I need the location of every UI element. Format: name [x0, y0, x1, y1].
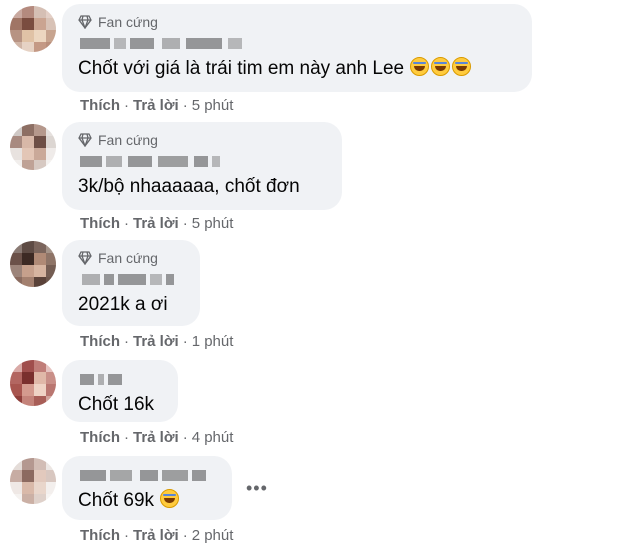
reply-button[interactable]: Trả lời — [133, 429, 179, 446]
author-name-blurred[interactable] — [78, 369, 164, 389]
like-button[interactable]: Thích — [80, 527, 120, 544]
laughing-emoji-icon — [160, 489, 180, 508]
avatar[interactable] — [10, 124, 56, 170]
avatar[interactable] — [10, 360, 56, 406]
author-name-blurred[interactable] — [78, 151, 328, 171]
reply-button[interactable]: Trả lời — [133, 527, 179, 544]
comment-actions: Thích · Trả lời · 1 phút — [80, 333, 234, 350]
reply-button[interactable]: Trả lời — [133, 333, 179, 350]
badge-label: Fan cứng — [98, 132, 158, 148]
comment-text: Chốt với giá là trái tim em này anh Lee — [78, 56, 518, 82]
like-button[interactable]: Thích — [80, 215, 120, 232]
reply-button[interactable]: Trả lời — [133, 215, 179, 232]
comment-bubble: Fan cứng 3k/bộ nhaaaaaa, chốt đơn — [62, 122, 342, 210]
badge-label: Fan cứng — [98, 14, 158, 30]
comment-bubble: Chốt 16k — [62, 360, 178, 422]
author-name-blurred[interactable] — [78, 269, 186, 289]
badge-label: Fan cứng — [98, 250, 158, 266]
like-button[interactable]: Thích — [80, 333, 120, 350]
fan-badge: Fan cứng — [78, 131, 328, 149]
comment-text: Chốt 16k — [78, 394, 155, 415]
comment-actions: Thích · Trả lời · 5 phút — [80, 97, 234, 114]
laughing-emoji-icon — [452, 57, 472, 76]
laughing-emoji-icon — [431, 57, 451, 76]
avatar[interactable] — [10, 241, 56, 287]
comment-text: Chốt 69k — [78, 488, 218, 514]
fan-badge: Fan cứng — [78, 13, 518, 31]
comment-actions: Thích · Trả lời · 5 phút — [80, 215, 234, 232]
diamond-icon — [78, 251, 92, 265]
timestamp[interactable]: 5 phút — [192, 97, 234, 114]
comment-actions: Thích · Trả lời · 4 phút — [80, 429, 234, 446]
author-name-blurred[interactable] — [78, 33, 518, 53]
comment-bubble: Chốt 69k — [62, 456, 232, 520]
comment-bubble: Fan cứng 2021k a ơi — [62, 240, 200, 326]
diamond-icon — [78, 133, 92, 147]
laughing-emoji-icon — [410, 57, 430, 76]
timestamp[interactable]: 4 phút — [192, 429, 234, 446]
like-button[interactable]: Thích — [80, 429, 120, 446]
author-name-blurred[interactable] — [78, 465, 218, 485]
avatar[interactable] — [10, 6, 56, 52]
comment-text: 2021k a ơi — [78, 294, 168, 315]
comment-bubble: Fan cứng Chốt với giá là trái tim em này… — [62, 4, 532, 92]
reply-button[interactable]: Trả lời — [133, 97, 179, 114]
like-button[interactable]: Thích — [80, 97, 120, 114]
timestamp[interactable]: 1 phút — [192, 333, 234, 350]
comment-actions: Thích · Trả lời · 2 phút — [80, 527, 234, 544]
diamond-icon — [78, 15, 92, 29]
more-options-button[interactable]: ••• — [246, 478, 268, 499]
avatar[interactable] — [10, 458, 56, 504]
fan-badge: Fan cứng — [78, 249, 186, 267]
comment-text: 3k/bộ nhaaaaaa, chốt đơn — [78, 176, 300, 197]
timestamp[interactable]: 2 phút — [192, 527, 234, 544]
timestamp[interactable]: 5 phút — [192, 215, 234, 232]
